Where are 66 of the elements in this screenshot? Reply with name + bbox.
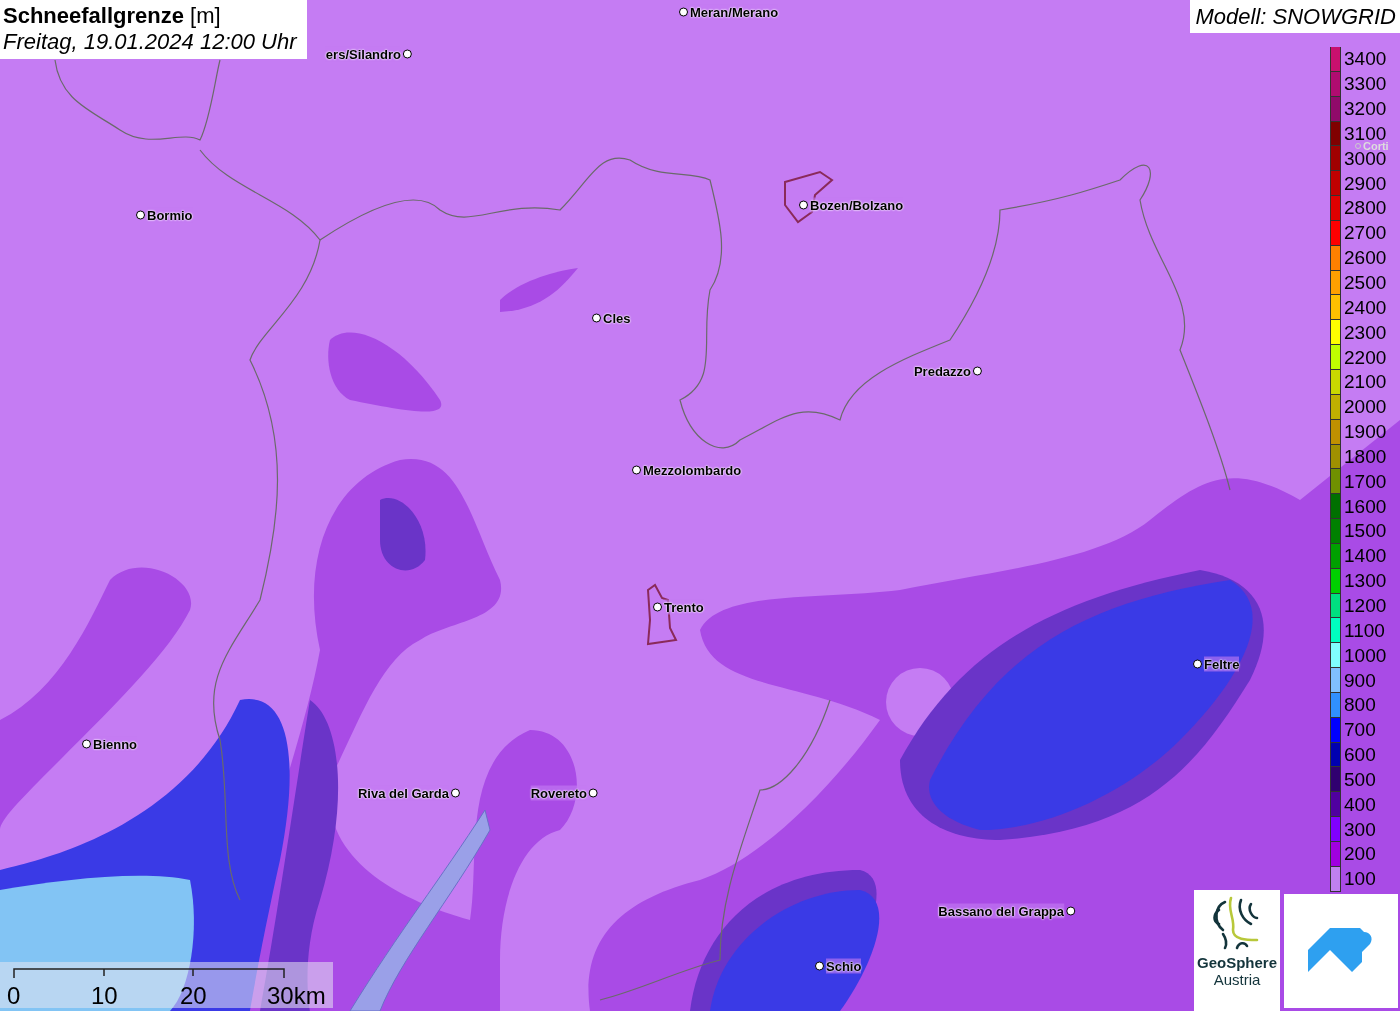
city-marker-icon bbox=[589, 788, 598, 798]
city-marker-icon bbox=[1066, 906, 1075, 916]
scale-bar-icon bbox=[13, 968, 285, 978]
city-label: Trento bbox=[664, 599, 704, 615]
legend-label: 200 bbox=[1344, 846, 1376, 863]
city-marker-icon bbox=[451, 788, 460, 798]
legend-label: 1800 bbox=[1344, 448, 1387, 465]
map-title: Schneefallgrenze [m] bbox=[3, 3, 222, 29]
city-marker-icon bbox=[632, 465, 641, 475]
city-label: Schio bbox=[826, 958, 862, 974]
legend-label: 300 bbox=[1344, 821, 1376, 838]
legend-label: 3100 bbox=[1344, 125, 1387, 142]
legend-label: 1300 bbox=[1344, 573, 1387, 590]
city-marker-icon bbox=[679, 7, 688, 17]
legend-label: 2800 bbox=[1344, 200, 1387, 217]
legend-label: 1900 bbox=[1344, 424, 1387, 441]
city-marker-icon bbox=[815, 961, 824, 971]
scale-label: 20 bbox=[180, 982, 207, 1010]
scale-label: 0 bbox=[7, 982, 21, 1010]
roof-cloud-logo-icon bbox=[1308, 928, 1374, 974]
city-marker-icon bbox=[592, 313, 601, 323]
legend-label: 2100 bbox=[1344, 374, 1387, 391]
legend-label: 500 bbox=[1344, 771, 1376, 788]
city-label: Feltre bbox=[1204, 656, 1240, 672]
city-marker-icon bbox=[1193, 659, 1202, 669]
legend-label: 1500 bbox=[1344, 523, 1387, 540]
legend-label: 1000 bbox=[1344, 647, 1387, 664]
city-marker-icon bbox=[82, 739, 91, 749]
legend-label: 2300 bbox=[1344, 324, 1387, 341]
legend-label: 600 bbox=[1344, 747, 1376, 764]
logo-text: GeoSphere bbox=[1197, 954, 1277, 971]
legend-label: 700 bbox=[1344, 722, 1376, 739]
scale-label: 30km bbox=[267, 982, 326, 1010]
city-marker-icon bbox=[799, 200, 808, 210]
legend-label: 3200 bbox=[1344, 101, 1387, 118]
city-marker-icon bbox=[653, 602, 662, 612]
legend-label: 100 bbox=[1344, 871, 1376, 888]
city-marker-icon bbox=[403, 49, 412, 59]
city-marker-icon bbox=[973, 366, 982, 376]
city-marker-icon bbox=[136, 210, 145, 220]
legend-label: 2200 bbox=[1344, 349, 1387, 366]
legend-label: 2700 bbox=[1344, 225, 1387, 242]
map-date: Freitag, 19.01.2024 12:00 Uhr bbox=[3, 29, 297, 55]
logo-text: Austria bbox=[1213, 971, 1261, 988]
model-label: Modell: SNOWGRID bbox=[1189, 0, 1400, 33]
legend-label: 2000 bbox=[1344, 399, 1387, 416]
legend-label: 3000 bbox=[1344, 150, 1387, 167]
legend-label: 1600 bbox=[1344, 498, 1387, 515]
legend-label: 3400 bbox=[1344, 51, 1387, 68]
legend-label: 2400 bbox=[1344, 299, 1387, 316]
city-label: Bozen/Bolzano bbox=[810, 197, 904, 213]
city-label: Corti bbox=[1363, 142, 1389, 150]
legend-label: 1700 bbox=[1344, 473, 1387, 490]
legend-label: 900 bbox=[1344, 672, 1376, 689]
legend-label: 2500 bbox=[1344, 275, 1387, 291]
legend-label: 1200 bbox=[1344, 598, 1387, 614]
legend-label: 2900 bbox=[1344, 175, 1387, 192]
legend-label: 800 bbox=[1344, 697, 1376, 714]
legend-label: 1400 bbox=[1344, 548, 1387, 565]
legend-label: 1100 bbox=[1344, 622, 1385, 639]
legend-label: 400 bbox=[1344, 796, 1376, 813]
city-label: Bassano del Grappa bbox=[938, 903, 1064, 919]
scale-label: 10 bbox=[91, 982, 118, 1010]
city-label: Rovereto bbox=[530, 785, 587, 801]
legend-label: 3300 bbox=[1344, 76, 1387, 93]
legend-label: 2600 bbox=[1344, 250, 1387, 267]
